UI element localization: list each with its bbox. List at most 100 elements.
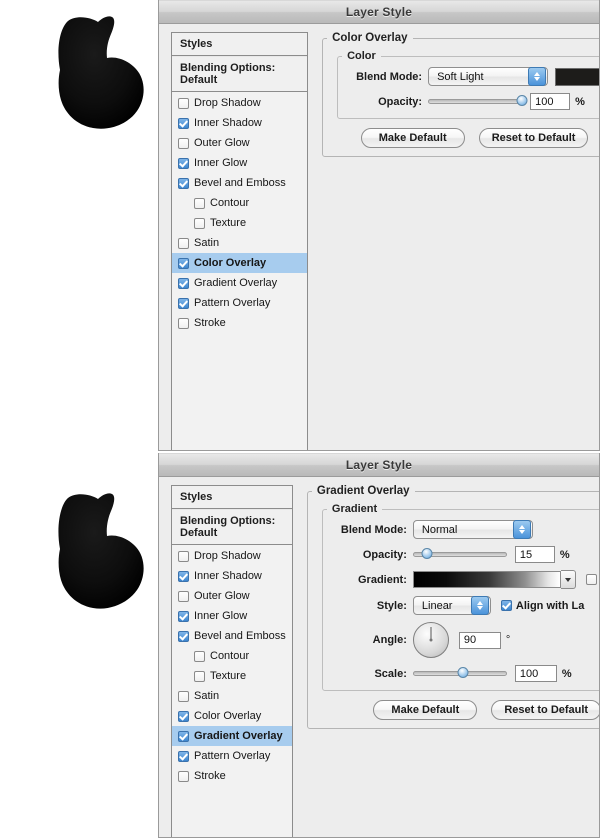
style-enable-checkbox[interactable] (194, 197, 205, 209)
style-enable-checkbox[interactable] (194, 670, 205, 682)
angle-dial[interactable] (412, 622, 449, 658)
style-list-item-color-overlay[interactable]: Color Overlay (172, 253, 308, 273)
default-buttons-row: Make Default Reset to Default (316, 700, 599, 720)
style-enable-checkbox[interactable] (178, 117, 189, 129)
style-row: Style: Linear Align with La (329, 596, 599, 615)
style-enable-checkbox[interactable] (194, 217, 205, 229)
opacity-input[interactable]: 100 (530, 93, 571, 110)
scale-slider[interactable] (412, 666, 507, 681)
blend-mode-row: Blend Mode: Soft Light (344, 67, 599, 86)
gradient-style-value: Linear (421, 599, 453, 612)
reverse-checkbox[interactable] (585, 574, 597, 585)
blend-mode-select[interactable]: Normal (412, 520, 533, 539)
style-enable-checkbox[interactable] (178, 257, 189, 269)
style-enable-checkbox[interactable] (178, 177, 189, 189)
style-list-item-texture[interactable]: Texture (172, 213, 307, 233)
layer-style-dialog-color-overlay[interactable]: Layer Style Styles Blending Options: Def… (158, 0, 600, 451)
style-list-item-stroke[interactable]: Stroke (172, 766, 292, 786)
style-list-item-gradient-overlay[interactable]: Gradient Overlay (172, 273, 307, 293)
make-default-button[interactable]: Make Default (360, 128, 465, 148)
opacity-slider[interactable] (412, 547, 507, 562)
styles-list[interactable]: Drop Shadow Inner Shadow Outer Glow Inner G… (172, 545, 292, 786)
dialog-titlebar-top[interactable]: Layer Style (159, 0, 599, 24)
style-list-item-inner-shadow[interactable]: Inner Shadow (172, 566, 292, 586)
align-with-layer-checkbox[interactable] (500, 600, 512, 611)
style-list-item-pattern-overlay[interactable]: Pattern Overlay (172, 746, 292, 766)
styles-list[interactable]: Drop Shadow Inner Shadow Outer Glow Inner G… (172, 92, 308, 333)
style-label: Style: (376, 599, 407, 612)
layer-style-dialog-gradient-overlay[interactable]: Layer Style Styles Blending Options: Def… (158, 453, 600, 838)
style-list-item-outer-glow[interactable]: Outer Glow (172, 586, 292, 606)
dialog-titlebar-bottom[interactable]: Layer Style (159, 453, 599, 477)
style-list-item-inner-glow[interactable]: Inner Glow (172, 606, 292, 626)
style-enable-checkbox[interactable] (178, 97, 189, 109)
style-list-item-label: Contour (210, 650, 250, 662)
angle-row: Angle: 90 ° (329, 622, 599, 658)
styles-box: Styles Blending Options: Default Drop Sh… (171, 32, 309, 450)
styles-box: Styles Blending Options: Default Drop Sh… (171, 485, 293, 837)
style-list-item-drop-shadow[interactable]: Drop Shadow (172, 93, 307, 113)
style-enable-checkbox[interactable] (178, 137, 189, 149)
overlay-color-swatch[interactable] (555, 67, 599, 86)
style-enable-checkbox[interactable] (194, 650, 205, 662)
style-enable-checkbox[interactable] (178, 277, 189, 289)
style-list-item-label: Bevel and Emboss (194, 177, 286, 189)
style-list-item-contour[interactable]: Contour (172, 193, 307, 213)
opacity-percent-label: % (575, 95, 585, 108)
style-enable-checkbox[interactable] (178, 297, 189, 309)
style-list-item-color-overlay[interactable]: Color Overlay (172, 706, 292, 726)
style-list-item-label: Satin (194, 690, 220, 702)
style-list-item-label: Outer Glow (194, 590, 250, 602)
style-enable-checkbox[interactable] (178, 730, 189, 742)
reset-to-default-button[interactable]: Reset to Default (491, 700, 599, 720)
style-list-item-inner-shadow[interactable]: Inner Shadow (172, 113, 307, 133)
style-list-item-satin[interactable]: Satin (172, 686, 292, 706)
dialog-title: Layer Style (345, 5, 413, 19)
gradient-picker-chevron-down-icon[interactable] (560, 570, 576, 589)
style-list-item-satin[interactable]: Satin (172, 233, 307, 253)
updown-arrows-icon (528, 67, 547, 86)
style-list-item-label: Pattern Overlay (194, 297, 271, 309)
style-list-item-stroke[interactable]: Stroke (172, 313, 307, 333)
style-enable-checkbox[interactable] (178, 770, 189, 782)
style-list-item-bevel-and-emboss[interactable]: Bevel and Emboss (172, 173, 307, 193)
scale-value: 100 (519, 667, 539, 680)
blending-options-row[interactable]: Blending Options: Default (172, 56, 308, 92)
style-list-item-drop-shadow[interactable]: Drop Shadow (172, 546, 292, 566)
style-list-item-contour[interactable]: Contour (172, 646, 292, 666)
style-list-item-bevel-and-emboss[interactable]: Bevel and Emboss (172, 626, 292, 646)
blend-mode-select[interactable]: Soft Light (428, 67, 549, 86)
blending-options-row[interactable]: Blending Options: Default (172, 509, 292, 545)
style-enable-checkbox[interactable] (178, 710, 189, 722)
style-enable-checkbox[interactable] (178, 317, 189, 329)
gradient-style-select[interactable]: Linear (412, 596, 491, 615)
scale-input[interactable]: 100 (514, 665, 557, 682)
style-enable-checkbox[interactable] (178, 630, 189, 642)
style-list-item-texture[interactable]: Texture (172, 666, 292, 686)
reset-to-default-button[interactable]: Reset to Default (478, 128, 589, 148)
opacity-slider[interactable] (428, 94, 528, 109)
style-enable-checkbox[interactable] (178, 237, 189, 249)
style-enable-checkbox[interactable] (178, 590, 189, 602)
style-enable-checkbox[interactable] (178, 610, 189, 622)
color-overlay-group-title: Color Overlay (332, 32, 408, 44)
style-enable-checkbox[interactable] (178, 570, 189, 582)
opacity-input[interactable]: 15 (514, 546, 555, 563)
align-with-layer-label: Align with La (515, 599, 585, 612)
gradient-subgroup-title: Gradient (331, 503, 378, 515)
angle-input[interactable]: 90 (458, 631, 501, 649)
scale-percent-label: % (561, 667, 572, 680)
style-list-item-outer-glow[interactable]: Outer Glow (172, 133, 307, 153)
style-enable-checkbox[interactable] (178, 550, 189, 562)
styles-header: Styles (172, 486, 292, 509)
style-list-item-pattern-overlay[interactable]: Pattern Overlay (172, 293, 307, 313)
blob-shape-bottom (38, 487, 158, 627)
style-list-item-label: Inner Shadow (194, 117, 262, 129)
style-list-item-inner-glow[interactable]: Inner Glow (172, 153, 307, 173)
make-default-button[interactable]: Make Default (373, 700, 478, 720)
style-enable-checkbox[interactable] (178, 157, 189, 169)
gradient-preview-swatch[interactable] (412, 571, 561, 588)
style-enable-checkbox[interactable] (178, 750, 189, 762)
style-enable-checkbox[interactable] (178, 690, 189, 702)
style-list-item-gradient-overlay[interactable]: Gradient Overlay (172, 726, 292, 746)
